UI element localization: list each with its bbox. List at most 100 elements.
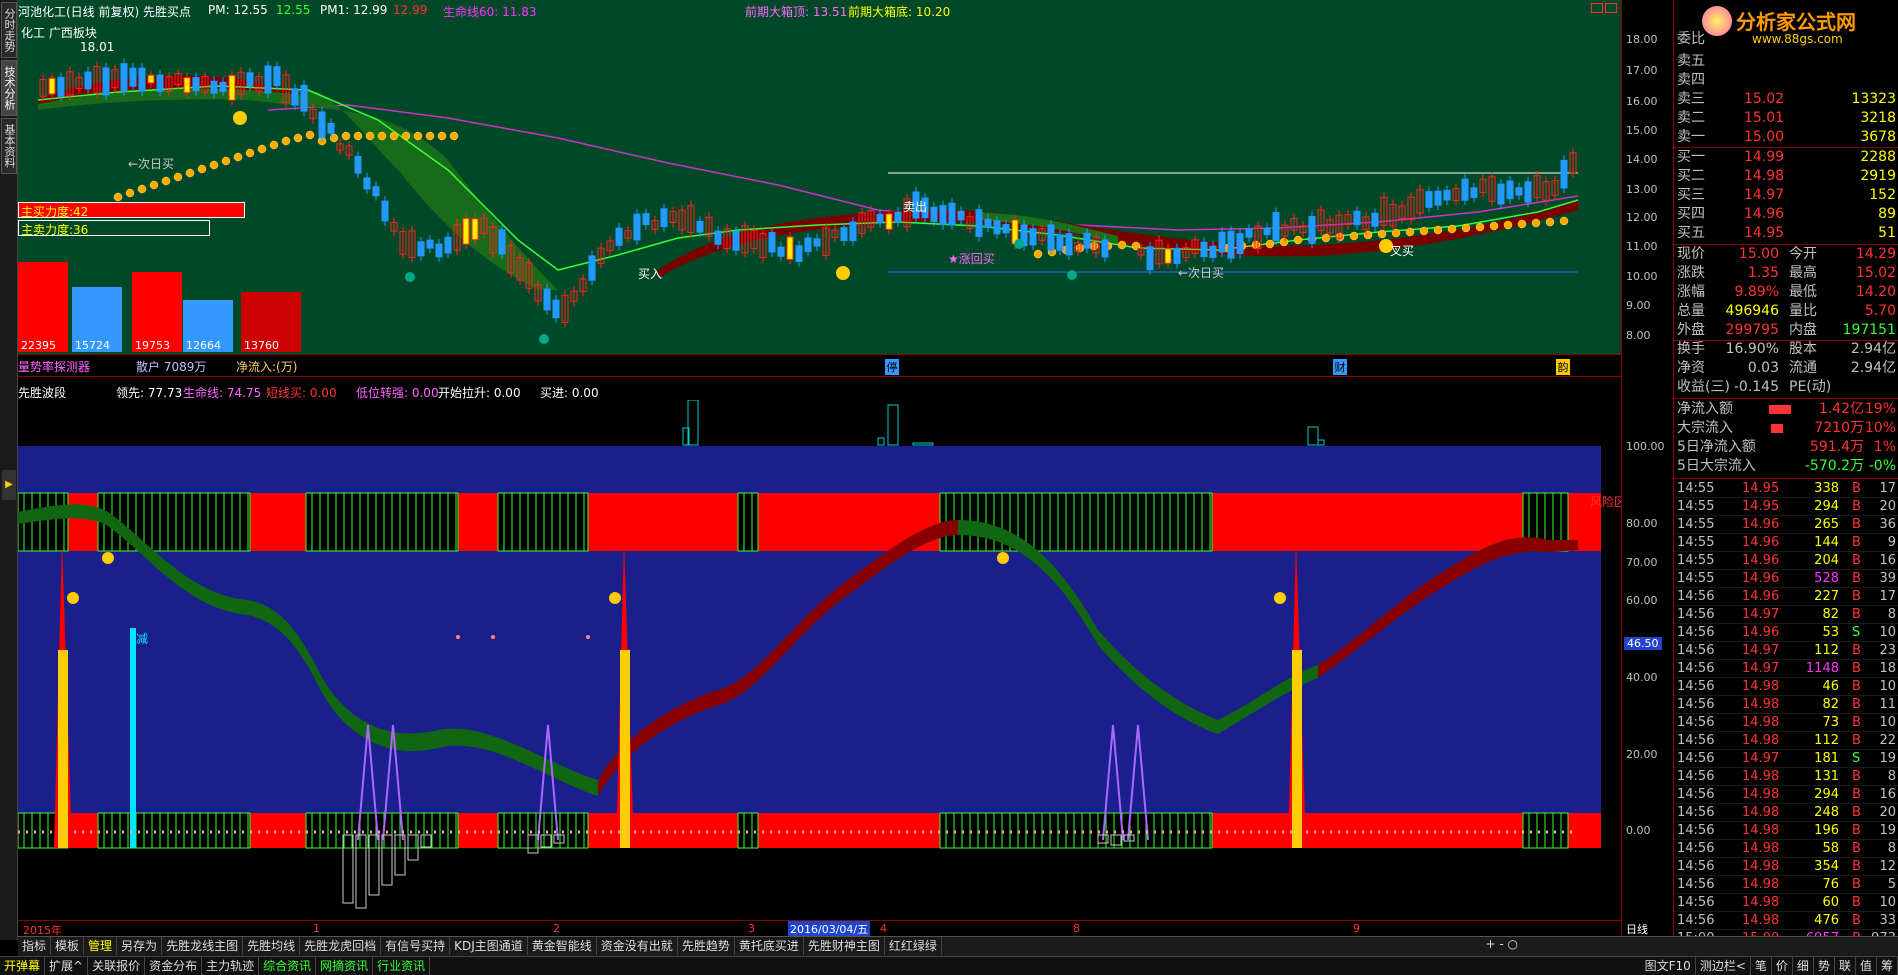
quote-row: 总量 496946 量比 5.70	[1674, 302, 1898, 321]
status-right-button[interactable]: 测边栏<	[1696, 957, 1751, 975]
trade-volume: 265	[1814, 517, 1839, 532]
status-tab[interactable]: 开弹幕	[0, 957, 46, 975]
quote-value: 15.00	[1738, 246, 1779, 262]
indicator-tab[interactable]: 资金没有出就	[597, 937, 678, 955]
axis-tick: 80.00	[1626, 517, 1658, 530]
trade-row: 14:56 14.97 181 S 19	[1674, 750, 1898, 768]
candle-body	[471, 218, 479, 241]
trade-time: 14:56	[1677, 751, 1715, 766]
trade-row: 14:56 14.97 1148 B 18	[1674, 660, 1898, 678]
candle-body	[804, 237, 812, 253]
axis-tick: 20.00	[1626, 748, 1658, 761]
volume-bar-2: 15724	[72, 287, 122, 352]
annotation-buy: 买入	[638, 267, 663, 281]
trade-price: 14.96	[1742, 517, 1780, 532]
candle-body	[768, 232, 776, 253]
axis-tick: 14.00	[1626, 153, 1658, 166]
indicator-tab[interactable]: 管理	[84, 937, 118, 955]
quote-value: 16.90%	[1725, 341, 1779, 357]
trade-side: B	[1852, 913, 1861, 928]
collapse-arrow-icon[interactable]: ▶	[2, 470, 16, 500]
quote-value: -0.145	[1733, 379, 1779, 395]
status-right-button[interactable]: 细	[1793, 957, 1814, 975]
restore-icon[interactable]	[1591, 3, 1603, 13]
flow-row: 大宗流入 7210万 10%	[1674, 419, 1898, 438]
trade-volume: 1148	[1805, 661, 1839, 676]
indicator-tab[interactable]: 先胜均线	[243, 937, 301, 955]
status-right-button[interactable]: 图文F10	[1641, 957, 1696, 975]
tab-fundamentals[interactable]: 基本资料	[1, 118, 17, 174]
axis-tick: 40.00	[1626, 671, 1658, 684]
trade-count: 11	[1879, 697, 1896, 712]
candle-body	[372, 186, 380, 197]
event-mark-finance[interactable]: 财	[1333, 359, 1347, 375]
indicator-tab[interactable]: 另存为	[117, 937, 163, 955]
indicator-tab[interactable]: 黄金智能线	[528, 937, 597, 955]
trade-price: 14.98	[1742, 733, 1780, 748]
pm-label: PM: 12.55	[208, 3, 268, 17]
bid-label: 买一	[1677, 149, 1705, 165]
time-axis-date-box: 2016/03/04/五	[788, 921, 871, 937]
ask-label: 卖四	[1677, 72, 1705, 88]
upper-footer: 量势率探测器 散户 7089万 净流入:(万) 停 财 韵	[18, 355, 1621, 377]
candle-body	[318, 111, 326, 138]
indicator-tab[interactable]: KDJ主图通道	[450, 937, 528, 955]
trade-price: 14.97	[1742, 661, 1780, 676]
tab-intraday[interactable]: 分时走势	[1, 2, 17, 58]
annotation-next-day-buy: ←次日买	[128, 157, 175, 171]
prev-box-top: 前期大箱顶: 13.51	[745, 5, 848, 19]
time-axis-month-3: 3	[748, 922, 755, 935]
net-inflow-label: 净流入:(万)	[236, 360, 298, 374]
status-tab[interactable]: 主力轨迹	[202, 957, 260, 975]
trade-count: 8	[1887, 607, 1896, 622]
indicator-tab[interactable]: 先胜龙线主图	[162, 937, 244, 955]
trade-side: B	[1852, 841, 1861, 856]
status-right-button[interactable]: 联	[1835, 957, 1856, 975]
status-tab[interactable]: 扩展^	[45, 957, 89, 975]
status-tab[interactable]: 网摘资讯	[316, 957, 374, 975]
indicator-lead: 领先: 77.73	[116, 386, 183, 400]
trade-time: 14:56	[1677, 913, 1715, 928]
indicator-tab[interactable]: 模板	[51, 937, 85, 955]
bid-row: 买四 14.96 89	[1674, 205, 1898, 224]
trade-side: B	[1852, 859, 1861, 874]
indicator-tab[interactable]: 先胜龙虎回档	[300, 937, 382, 955]
trade-count: 39	[1879, 571, 1896, 586]
status-right-button[interactable]: 筹	[1877, 957, 1898, 975]
indicator-tab[interactable]: 先胜趋势	[678, 937, 735, 955]
main-candlestick-chart[interactable]: 河池化工(日线 前复权) 先胜买点 PM: 12.55 12.55 PM1: 1…	[18, 0, 1621, 355]
tab-technical[interactable]: 技术分析	[1, 60, 17, 116]
event-mark-halt[interactable]: 停	[885, 359, 899, 375]
indicator-tab[interactable]: 指标	[18, 937, 52, 955]
status-right-button[interactable]: 笔	[1751, 957, 1772, 975]
trade-volume: 294	[1814, 787, 1839, 802]
status-tab[interactable]: 资金分布	[145, 957, 203, 975]
trade-row: 14:56 14.96 227 B 17	[1674, 588, 1898, 606]
flow-row: 净流入额 1.42亿 19%	[1674, 400, 1898, 419]
axis-tick: 12.00	[1626, 211, 1658, 224]
status-right-button[interactable]: 价	[1772, 957, 1793, 975]
status-tab[interactable]: 综合资讯	[259, 957, 317, 975]
bid-volume: 51	[1878, 225, 1896, 241]
candle-body	[1245, 228, 1253, 238]
trade-volume: 76	[1822, 877, 1839, 892]
trade-price: 14.98	[1742, 859, 1780, 874]
retail-label: 散户 7089万	[136, 360, 207, 374]
zoom-controls[interactable]: + - ○	[1486, 937, 1518, 951]
indicator-tab[interactable]: 黄托底买进	[735, 937, 804, 955]
trade-row: 14:56 14.98 60 B 10	[1674, 894, 1898, 912]
event-mark-rhyme[interactable]: 韵	[1556, 359, 1570, 375]
trade-side: B	[1852, 607, 1861, 622]
period-label[interactable]: 日线	[1626, 921, 1648, 937]
quote-value: 14.20	[1855, 284, 1896, 300]
status-tab[interactable]: 关联报价	[88, 957, 146, 975]
indicator-tab[interactable]: 红红绿绿	[885, 937, 942, 955]
indicator-tab[interactable]: 有信号买持	[381, 937, 451, 955]
maximize-icon[interactable]	[1605, 3, 1617, 13]
indicator-tab[interactable]: 先胜财神主图	[804, 937, 885, 955]
trade-price: 14.98	[1742, 679, 1780, 694]
status-right-button[interactable]: 势	[1814, 957, 1835, 975]
status-tab[interactable]: 行业资讯	[373, 957, 431, 975]
status-right-button[interactable]: 值	[1856, 957, 1877, 975]
trade-row: 14:55 14.96 528 B 39	[1674, 570, 1898, 588]
